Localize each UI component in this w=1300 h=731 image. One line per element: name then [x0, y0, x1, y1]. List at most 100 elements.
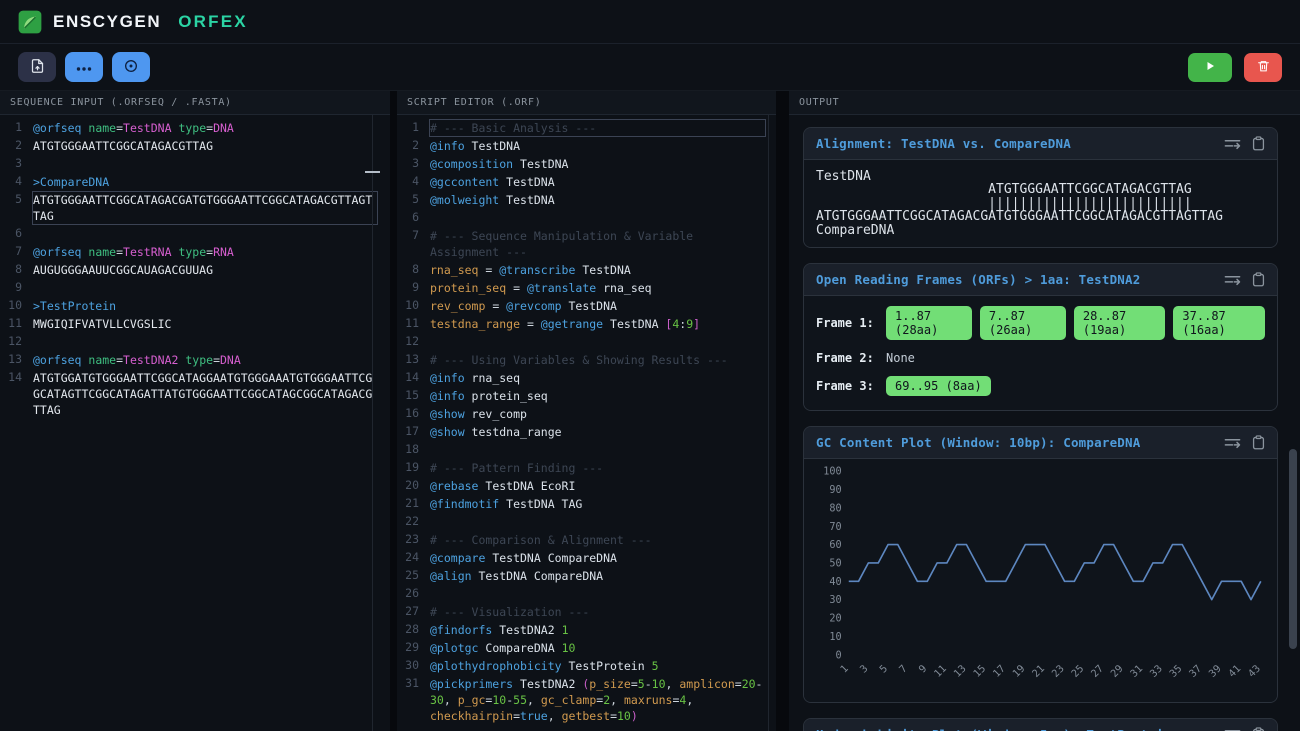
line-number: 14 [0, 369, 32, 419]
gc-content-chart: 0102030405060708090100135791113151719212… [810, 463, 1271, 698]
code-line[interactable] [429, 333, 766, 351]
wrap-lines-icon[interactable] [1224, 727, 1241, 731]
code-line[interactable]: @findorfs TestDNA2 1 [429, 621, 766, 639]
orf-badge: 69..95 (8aa) [886, 376, 991, 396]
code-line[interactable]: @show testdna_range [429, 423, 766, 441]
code-line[interactable]: @plotgc CompareDNA 10 [429, 639, 766, 657]
copy-icon[interactable] [1252, 435, 1265, 450]
code-line[interactable]: rna_seq = @transcribe TestDNA [429, 261, 766, 279]
code-line[interactable]: ATGTGGGAATTCGGCATAGACGTTAG [32, 137, 378, 155]
svg-text:5: 5 [878, 663, 890, 675]
line-number: 16 [397, 405, 429, 423]
card-title: Alignment: TestDNA vs. CompareDNA [816, 136, 1071, 151]
svg-text:0: 0 [835, 650, 841, 661]
line-number: 31 [397, 675, 429, 725]
script-editor-scroll-track[interactable] [768, 115, 769, 731]
code-line[interactable] [32, 333, 378, 351]
code-line[interactable]: # --- Basic Analysis --- [429, 119, 766, 137]
orf-badge: 28..87 (19aa) [1074, 306, 1166, 340]
line-number: 17 [397, 423, 429, 441]
code-line[interactable]: # --- Visualization --- [429, 603, 766, 621]
wrap-lines-icon[interactable] [1224, 272, 1241, 287]
code-line[interactable]: @orfseq name=TestRNA type=RNA [32, 243, 378, 261]
output-panel: OUTPUT Alignment: TestDNA vs. CompareDNA… [789, 91, 1300, 731]
code-line[interactable]: @info rna_seq [429, 369, 766, 387]
code-line[interactable]: @molweight TestDNA [429, 191, 766, 209]
play-icon [1204, 60, 1216, 75]
code-line[interactable] [32, 279, 378, 297]
code-line[interactable]: ATGTGGGAATTCGGCATAGACGATGTGGGAATTCGGCATA… [32, 191, 378, 225]
code-line[interactable]: # --- Using Variables & Showing Results … [429, 351, 766, 369]
line-number: 2 [397, 137, 429, 155]
copy-icon[interactable] [1252, 272, 1265, 287]
sequence-editor-scroll-track[interactable] [372, 115, 373, 731]
code-line[interactable]: @pickprimers TestDNA2 (p_size=5-10, ampl… [429, 675, 766, 725]
code-line[interactable] [429, 441, 766, 459]
file-upload-icon [30, 58, 45, 77]
target-button[interactable] [112, 52, 150, 82]
line-number: 19 [397, 459, 429, 477]
code-line[interactable]: rev_comp = @revcomp TestDNA [429, 297, 766, 315]
code-line[interactable]: @compare TestDNA CompareDNA [429, 549, 766, 567]
code-line[interactable]: @info protein_seq [429, 387, 766, 405]
code-line[interactable]: @plothydrophobicity TestProtein 5 [429, 657, 766, 675]
svg-text:60: 60 [829, 540, 841, 551]
code-line[interactable]: @gccontent TestDNA [429, 173, 766, 191]
svg-text:33: 33 [1148, 663, 1164, 679]
svg-text:7: 7 [898, 663, 910, 675]
code-line[interactable]: @composition TestDNA [429, 155, 766, 173]
copy-icon[interactable] [1252, 727, 1265, 731]
svg-text:30: 30 [829, 595, 841, 606]
wrap-lines-icon[interactable] [1224, 435, 1241, 450]
code-line[interactable]: >TestProtein [32, 297, 378, 315]
code-line[interactable]: >CompareDNA [32, 173, 378, 191]
alignment-text: TestDNA ATGTGGGAATTCGGCATAGACGTTAG |||||… [816, 170, 1265, 237]
code-line[interactable] [429, 585, 766, 603]
svg-text:39: 39 [1207, 663, 1223, 679]
line-number: 9 [397, 279, 429, 297]
code-line[interactable]: @orfseq name=TestDNA type=DNA [32, 119, 378, 137]
code-line[interactable]: @findmotif TestDNA TAG [429, 495, 766, 513]
code-line[interactable]: @info TestDNA [429, 137, 766, 155]
code-line[interactable]: # --- Sequence Manipulation & Variable A… [429, 227, 766, 261]
wrap-lines-icon[interactable] [1224, 136, 1241, 151]
code-line[interactable] [429, 513, 766, 531]
code-line[interactable]: # --- Comparison & Alignment --- [429, 531, 766, 549]
line-number: 8 [0, 261, 32, 279]
logo: ENSCYGEN ORFEX [17, 9, 248, 35]
code-line[interactable]: AUGUGGGAAUUCGGCAUAGACGUUAG [32, 261, 378, 279]
output-card: Open Reading Frames (ORFs) > 1aa: TestDN… [803, 263, 1278, 411]
code-line[interactable]: protein_seq = @translate rna_seq [429, 279, 766, 297]
code-line[interactable] [429, 209, 766, 227]
svg-text:50: 50 [829, 559, 841, 570]
run-button[interactable] [1188, 53, 1232, 82]
line-number: 29 [397, 639, 429, 657]
code-line[interactable]: @rebase TestDNA EcoRI [429, 477, 766, 495]
code-line[interactable]: @orfseq name=TestDNA2 type=DNA [32, 351, 378, 369]
svg-text:41: 41 [1227, 663, 1243, 679]
sequence-editor[interactable]: 1@orfseq name=TestDNA type=DNA2ATGTGGGAA… [0, 115, 390, 731]
code-line[interactable] [32, 225, 378, 243]
line-number: 10 [0, 297, 32, 315]
output-scrollbar-thumb[interactable] [1289, 449, 1297, 649]
line-number: 6 [0, 225, 32, 243]
delete-button[interactable] [1244, 53, 1282, 82]
code-line[interactable]: @show rev_comp [429, 405, 766, 423]
more-options-button[interactable] [65, 52, 103, 82]
copy-icon[interactable] [1252, 136, 1265, 151]
line-number: 9 [0, 279, 32, 297]
sequence-editor-scroll-thumb[interactable] [365, 171, 380, 173]
new-file-button[interactable] [18, 52, 56, 82]
sequence-input-title: SEQUENCE INPUT (.ORFSEQ / .FASTA) [0, 91, 390, 115]
code-line[interactable] [32, 155, 378, 173]
code-line[interactable]: testdna_range = @getrange TestDNA [4:9] [429, 315, 766, 333]
line-number: 3 [0, 155, 32, 173]
line-number: 27 [397, 603, 429, 621]
svg-text:1: 1 [839, 663, 851, 675]
svg-text:37: 37 [1188, 663, 1204, 679]
code-line[interactable]: ATGTGGATGTGGGAATTCGGCATAGGAATGTGGGAAATGT… [32, 369, 378, 419]
code-line[interactable]: # --- Pattern Finding --- [429, 459, 766, 477]
code-line[interactable]: MWGIQIFVATVLLCVGSLIC [32, 315, 378, 333]
script-editor[interactable]: 1# --- Basic Analysis ---2@info TestDNA3… [397, 115, 776, 731]
code-line[interactable]: @align TestDNA CompareDNA [429, 567, 766, 585]
